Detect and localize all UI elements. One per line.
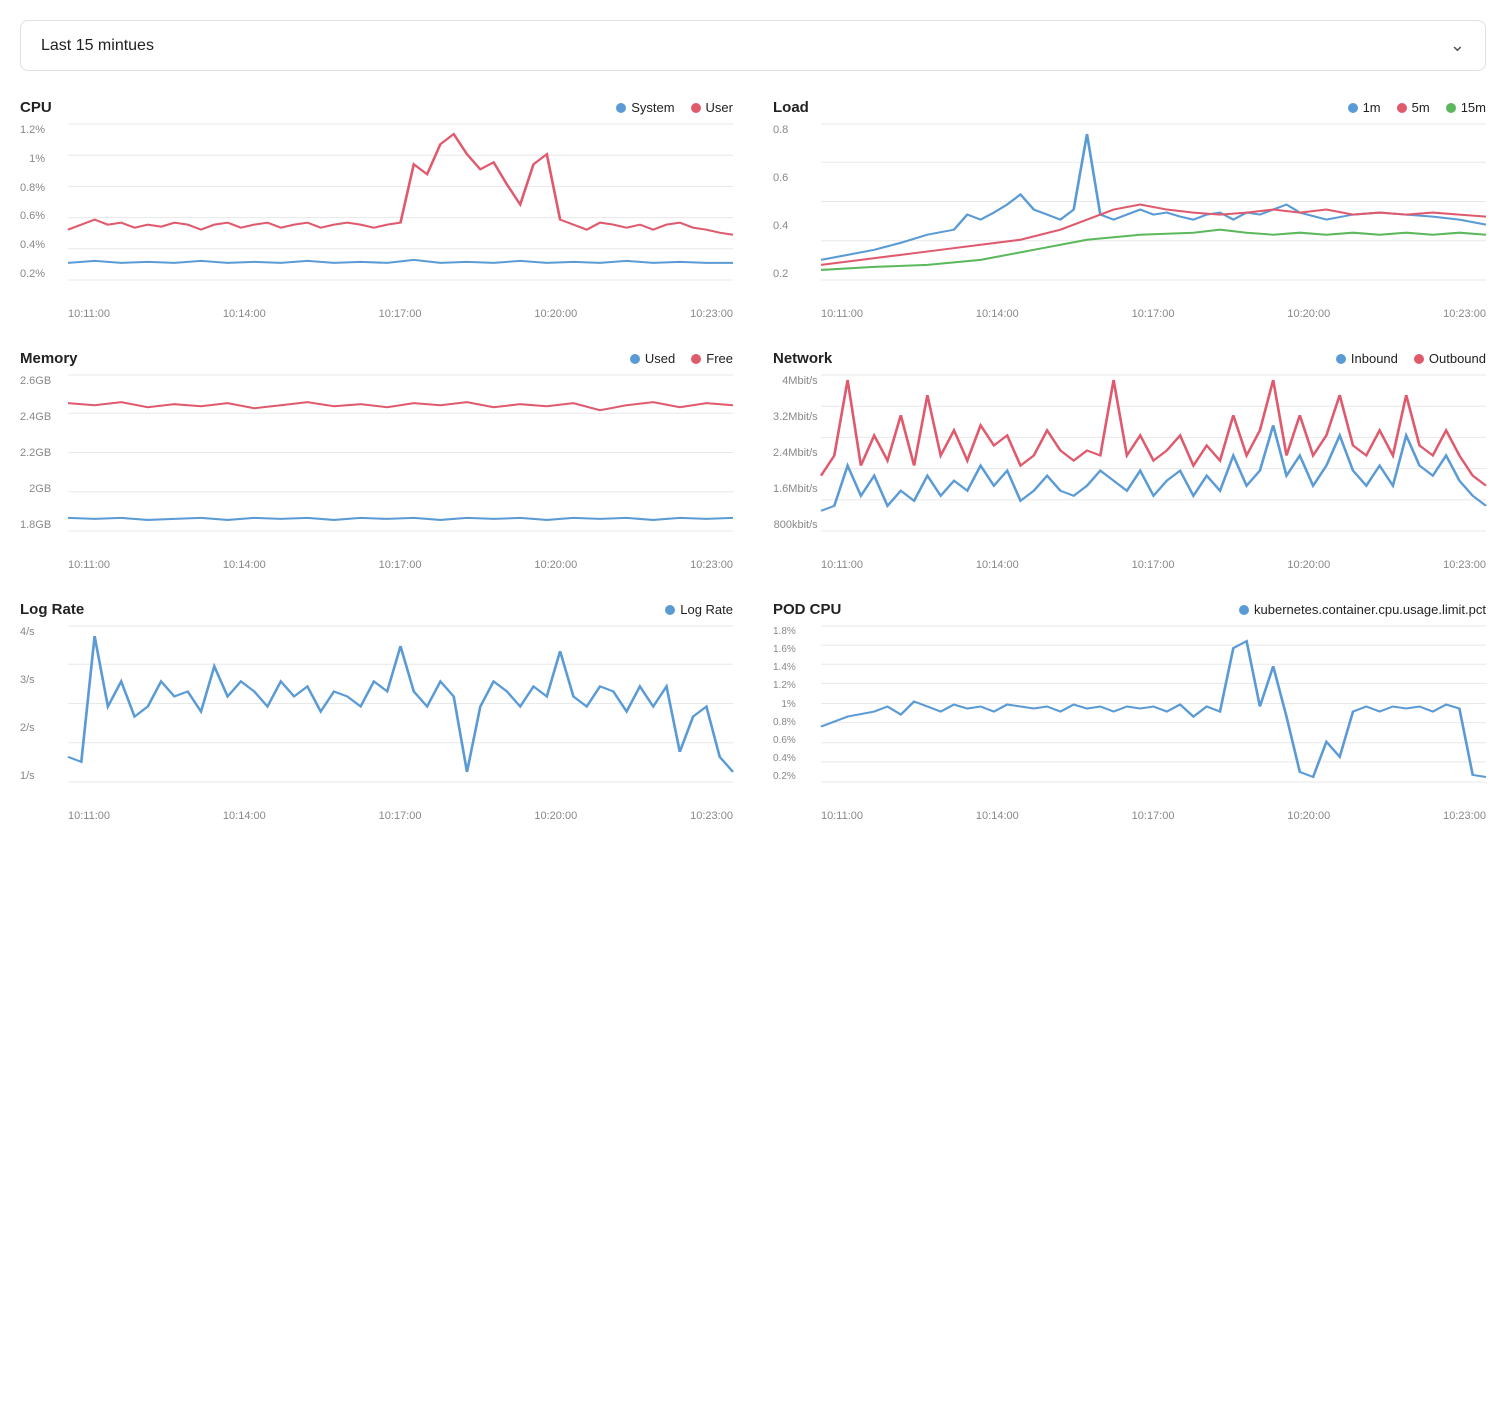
load-legend-1m: 1m — [1348, 100, 1381, 115]
memory-svg-wrapper — [68, 375, 733, 531]
load-chart-title: Load — [773, 99, 809, 116]
pod-cpu-svg-wrapper — [821, 626, 1486, 782]
cpu-legend-user: User — [691, 100, 733, 115]
load-x-axis: 10:11:00 10:14:00 10:17:00 10:20:00 10:2… — [773, 308, 1486, 320]
pod-cpu-chart-area: 1.8% 1.6% 1.4% 1.2% 1% 0.8% 0.6% 0.4% 0.… — [773, 626, 1486, 806]
network-chart-panel: Network Inbound Outbound 4Mbit/s 3.2Mbit… — [773, 350, 1486, 571]
load-chart-area: 0.8 0.6 0.4 0.2 — [773, 124, 1486, 304]
load-chart-header: Load 1m 5m 15m — [773, 99, 1486, 116]
log-rate-legend: Log Rate — [665, 602, 733, 617]
memory-y-axis: 2.6GB 2.4GB 2.2GB 2GB 1.8GB — [20, 375, 51, 531]
load-legend-15m: 15m — [1446, 100, 1486, 115]
charts-grid: CPU System User 1.2% 1% 0.8% 0.6% 0.4% 0… — [20, 99, 1486, 822]
pod-cpu-chart-title: POD CPU — [773, 601, 841, 618]
time-selector[interactable]: Last 15 mintues ⌄ — [20, 20, 1486, 71]
pod-cpu-legend: kubernetes.container.cpu.usage.limit.pct — [1239, 602, 1486, 617]
memory-legend: Used Free — [630, 351, 733, 366]
cpu-chart-area: 1.2% 1% 0.8% 0.6% 0.4% 0.2% — [20, 124, 733, 304]
load-svg-wrapper — [821, 124, 1486, 280]
network-x-axis: 10:11:00 10:14:00 10:17:00 10:20:00 10:2… — [773, 559, 1486, 571]
cpu-system-label: System — [631, 100, 674, 115]
network-chart-title: Network — [773, 350, 832, 367]
memory-chart-header: Memory Used Free — [20, 350, 733, 367]
network-chart-header: Network Inbound Outbound — [773, 350, 1486, 367]
log-rate-chart-panel: Log Rate Log Rate 4/s 3/s 2/s 1/s — [20, 601, 733, 822]
log-rate-chart-title: Log Rate — [20, 601, 84, 618]
memory-chart-area: 2.6GB 2.4GB 2.2GB 2GB 1.8GB — [20, 375, 733, 555]
load-y-axis: 0.8 0.6 0.4 0.2 — [773, 124, 788, 280]
load-svg — [821, 124, 1486, 280]
pod-cpu-x-axis: 10:11:00 10:14:00 10:17:00 10:20:00 10:2… — [773, 810, 1486, 822]
pod-cpu-chart-panel: POD CPU kubernetes.container.cpu.usage.l… — [773, 601, 1486, 822]
network-svg — [821, 375, 1486, 531]
pod-cpu-legend-item: kubernetes.container.cpu.usage.limit.pct — [1239, 602, 1486, 617]
pod-cpu-svg — [821, 626, 1486, 782]
cpu-user-dot — [691, 103, 701, 113]
load-legend: 1m 5m 15m — [1348, 100, 1486, 115]
log-rate-legend-item: Log Rate — [665, 602, 733, 617]
memory-legend-used: Used — [630, 351, 675, 366]
network-chart-area: 4Mbit/s 3.2Mbit/s 2.4Mbit/s 1.6Mbit/s 80… — [773, 375, 1486, 555]
cpu-system-dot — [616, 103, 626, 113]
memory-chart-title: Memory — [20, 350, 78, 367]
network-legend-outbound: Outbound — [1414, 351, 1486, 366]
cpu-legend: System User — [616, 100, 733, 115]
log-rate-svg — [68, 626, 733, 782]
pod-cpu-y-axis: 1.8% 1.6% 1.4% 1.2% 1% 0.8% 0.6% 0.4% 0.… — [773, 626, 796, 782]
cpu-y-axis: 1.2% 1% 0.8% 0.6% 0.4% 0.2% — [20, 124, 45, 280]
memory-chart-panel: Memory Used Free 2.6GB 2.4GB 2.2GB 2GB 1… — [20, 350, 733, 571]
load-chart-panel: Load 1m 5m 15m 0.8 0.6 0.4 — [773, 99, 1486, 320]
pod-cpu-chart-header: POD CPU kubernetes.container.cpu.usage.l… — [773, 601, 1486, 618]
log-rate-y-axis: 4/s 3/s 2/s 1/s — [20, 626, 35, 782]
memory-svg — [68, 375, 733, 531]
memory-x-axis: 10:11:00 10:14:00 10:17:00 10:20:00 10:2… — [20, 559, 733, 571]
chevron-down-icon: ⌄ — [1450, 35, 1465, 56]
network-legend: Inbound Outbound — [1336, 351, 1486, 366]
time-selector-label: Last 15 mintues — [41, 37, 154, 55]
memory-legend-free: Free — [691, 351, 733, 366]
cpu-svg — [68, 124, 733, 280]
cpu-x-axis: 10:11:00 10:14:00 10:17:00 10:20:00 10:2… — [20, 308, 733, 320]
load-legend-5m: 5m — [1397, 100, 1430, 115]
log-rate-chart-header: Log Rate Log Rate — [20, 601, 733, 618]
network-svg-wrapper — [821, 375, 1486, 531]
network-legend-inbound: Inbound — [1336, 351, 1398, 366]
network-y-axis: 4Mbit/s 3.2Mbit/s 2.4Mbit/s 1.6Mbit/s 80… — [773, 375, 818, 531]
cpu-svg-wrapper — [68, 124, 733, 280]
cpu-chart-title: CPU — [20, 99, 52, 116]
log-rate-chart-area: 4/s 3/s 2/s 1/s — [20, 626, 733, 806]
cpu-user-label: User — [706, 100, 733, 115]
cpu-legend-system: System — [616, 100, 674, 115]
cpu-chart-panel: CPU System User 1.2% 1% 0.8% 0.6% 0.4% 0… — [20, 99, 733, 320]
log-rate-svg-wrapper — [68, 626, 733, 782]
cpu-chart-header: CPU System User — [20, 99, 733, 116]
log-rate-x-axis: 10:11:00 10:14:00 10:17:00 10:20:00 10:2… — [20, 810, 733, 822]
